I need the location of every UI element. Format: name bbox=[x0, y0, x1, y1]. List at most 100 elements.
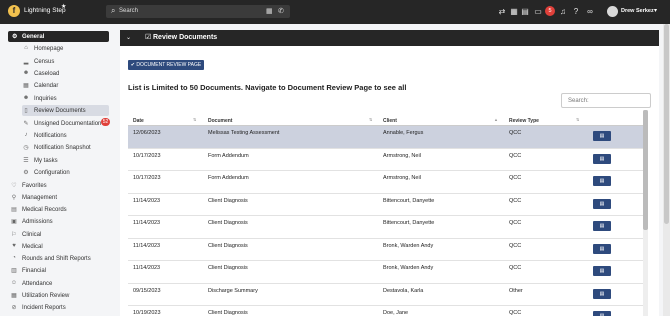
sort-asc-icon[interactable]: ▲ bbox=[494, 117, 498, 122]
sidebar-item-homepage[interactable]: ⌂ Homepage bbox=[22, 43, 109, 54]
table-scrollbar[interactable] bbox=[643, 110, 648, 316]
column-header-date[interactable]: Date bbox=[133, 118, 144, 124]
table-row[interactable]: 10/19/2023 Client Diagnosis Doe, Jane QCC ▤ bbox=[128, 306, 647, 316]
heart-icon: ♡ bbox=[11, 183, 17, 189]
sidebar-item-unsigned-documentation[interactable]: ✎ Unsigned Documentation bbox=[22, 118, 102, 129]
table-search-input[interactable]: Search: bbox=[561, 93, 651, 108]
sidebar-section-attendance[interactable]: ☺ Attendance bbox=[10, 278, 109, 289]
cell-date: 10/17/2023 bbox=[133, 152, 161, 159]
notification-count-badge[interactable]: 5 bbox=[545, 6, 555, 16]
view-document-button[interactable]: ▤ bbox=[593, 198, 611, 209]
app-name: Lightning Step bbox=[24, 7, 66, 14]
cell-date: 11/14/2023 bbox=[133, 220, 161, 226]
sidebar-section-general[interactable]: ⚙ General bbox=[8, 31, 109, 42]
table-row[interactable]: 11/14/2023 Client Diagnosis Bittencourt, D… bbox=[128, 193, 647, 216]
sort-icon[interactable]: ⇅ bbox=[576, 117, 579, 122]
view-document-button[interactable]: ▤ bbox=[593, 288, 611, 299]
avatar[interactable] bbox=[607, 6, 618, 17]
table-row[interactable]: 11/14/2023 Client Diagnosis Bronk, Warden … bbox=[128, 261, 647, 284]
sidebar-section-clinical[interactable]: ⚐ Clinical bbox=[10, 229, 109, 240]
transfer-icon[interactable]: ⇄ bbox=[497, 6, 507, 17]
medical-icon: ♥ bbox=[12, 243, 16, 249]
cell-client: Armstrong, Neil bbox=[383, 175, 421, 181]
notifications-icon[interactable]: ♫ bbox=[558, 6, 568, 17]
bell-icon: ♪ bbox=[24, 132, 28, 138]
page-scrollbar[interactable] bbox=[663, 24, 670, 316]
table-row[interactable]: 10/17/2023 Form Addendum Armstrong, Neil QC… bbox=[128, 171, 647, 194]
table-row[interactable]: 12/06/2023 Melissas Testing Assessment Ann… bbox=[128, 126, 647, 149]
table-row[interactable]: 11/14/2023 Client Diagnosis Bronk, Warden … bbox=[128, 238, 647, 261]
limit-notice: List is Limited to 50 Documents. Navigat… bbox=[128, 83, 407, 92]
person-icon: ☻ bbox=[22, 70, 30, 76]
sidebar-section-incident-reports[interactable]: ⊘ Incident Reports bbox=[10, 302, 109, 313]
calendar-icon[interactable]: ▦ bbox=[509, 6, 519, 17]
chart-icon: ▂ bbox=[23, 59, 29, 65]
column-header-review-type[interactable]: Review Type bbox=[509, 118, 539, 124]
view-document-button[interactable]: ▤ bbox=[593, 243, 611, 254]
chat-icon[interactable]: ▭ bbox=[533, 6, 543, 17]
cell-type: QCC bbox=[509, 175, 522, 181]
sidebar-item-configuration[interactable]: ⚙ Configuration bbox=[22, 167, 109, 178]
table-row[interactable]: 10/17/2023 Form Addendum Armstrong, Neil QC… bbox=[128, 148, 647, 171]
cell-client: Bittencourt, Danyette bbox=[383, 197, 435, 204]
cell-client: Bronk, Warden Andy bbox=[383, 265, 434, 271]
sidebar-section-financial[interactable]: ▥ Financial bbox=[10, 265, 109, 276]
cell-client: Destavola, Karla bbox=[383, 287, 424, 294]
column-header-document[interactable]: Document bbox=[208, 118, 232, 124]
sidebar-item-calendar[interactable]: ▦ Calendar bbox=[22, 80, 109, 91]
gear-icon: ⚙ bbox=[23, 170, 29, 176]
table-row[interactable]: 09/15/2023 Discharge Summary Destavola, Ka… bbox=[128, 283, 647, 306]
sidebar-item-census[interactable]: ▂ Census bbox=[22, 56, 109, 67]
sort-icon[interactable]: ⇅ bbox=[369, 117, 372, 122]
cell-date: 10/19/2023 bbox=[133, 310, 161, 316]
column-header-client[interactable]: Client bbox=[383, 118, 397, 124]
sidebar-item-review-documents[interactable]: ▯ Review Documents bbox=[22, 105, 109, 116]
rounds-icon: ◔ bbox=[12, 255, 16, 261]
chevron-down-icon[interactable]: ▾ bbox=[654, 7, 657, 14]
unsigned-count-badge: 52 bbox=[101, 118, 110, 126]
view-document-button[interactable]: ▤ bbox=[593, 153, 611, 164]
sidebar-item-my-tasks[interactable]: ☰ My tasks bbox=[22, 155, 109, 166]
sidebar-item-caseload[interactable]: ☻ Caseload bbox=[22, 68, 109, 79]
view-document-button[interactable]: ▤ bbox=[593, 131, 611, 141]
sidebar-section-medical-records[interactable]: ▤ Medical Records bbox=[10, 204, 109, 215]
user-name[interactable]: Drew Serkez bbox=[621, 8, 654, 14]
phone-icon[interactable]: ✆ bbox=[278, 7, 284, 15]
sidebar-item-notification-snapshot[interactable]: ◷ Notification Snapshot bbox=[22, 142, 109, 153]
star-icon[interactable]: ★ bbox=[61, 3, 66, 10]
sidebar-item-inquiries[interactable]: ☻ Inquiries bbox=[22, 93, 109, 104]
calendar-small-icon[interactable]: ▦ bbox=[266, 7, 273, 15]
incident-icon: ⊘ bbox=[11, 305, 17, 311]
grid-icon[interactable]: ▤ bbox=[520, 6, 530, 17]
table-scrollbar-thumb[interactable] bbox=[643, 110, 648, 230]
link-icon[interactable]: ∞ bbox=[585, 6, 595, 17]
document-check-icon: ☑ bbox=[145, 34, 152, 41]
page-scrollbar-thumb[interactable] bbox=[664, 24, 669, 224]
document-review-page-button[interactable]: ✔ DOCUMENT REVIEW PAGE bbox=[128, 60, 204, 70]
sidebar-section-admissions[interactable]: ▣ Admissions bbox=[10, 216, 109, 227]
help-icon[interactable]: ? bbox=[571, 6, 581, 17]
cell-type: Other bbox=[509, 287, 523, 294]
view-document-button[interactable]: ▤ bbox=[593, 221, 611, 231]
sidebar-item-notifications[interactable]: ♪ Notifications bbox=[22, 130, 109, 141]
sidebar-section-medical[interactable]: ♥ Medical bbox=[10, 241, 109, 252]
sidebar-section-management[interactable]: ⚲ Management bbox=[10, 192, 109, 203]
cell-document: Melissas Testing Assessment bbox=[208, 130, 280, 136]
view-document-button[interactable]: ▤ bbox=[593, 176, 611, 186]
sidebar-section-utilization-review[interactable]: ▦ Utilization Review bbox=[10, 290, 109, 301]
collapse-chevron-icon[interactable]: ⌄ bbox=[126, 34, 131, 41]
view-document-button[interactable]: ▤ bbox=[593, 311, 611, 316]
sort-icon[interactable]: ⇅ bbox=[193, 117, 196, 122]
calendar-icon: ▦ bbox=[23, 83, 29, 89]
gear-icon: ⚙ bbox=[12, 34, 18, 40]
panel-header: ⌄ ☑ Review Documents bbox=[120, 30, 659, 46]
table-row[interactable]: 11/14/2023 Client Diagnosis Bittencourt, D… bbox=[128, 216, 647, 239]
cell-document: Client Diagnosis bbox=[208, 242, 248, 249]
sidebar-general-label: General bbox=[22, 33, 45, 40]
sidebar-section-favorites[interactable]: ♡ Favorites bbox=[10, 180, 109, 191]
sidebar-section-rounds-and-shift-reports[interactable]: ◔ Rounds and Shift Reports bbox=[10, 253, 109, 264]
view-document-button[interactable]: ▤ bbox=[593, 266, 611, 276]
global-search[interactable]: ⌕ Search ▦ ✆ bbox=[106, 5, 290, 18]
global-search-input[interactable]: Search bbox=[119, 8, 138, 14]
app-logo[interactable]: f bbox=[8, 5, 20, 17]
